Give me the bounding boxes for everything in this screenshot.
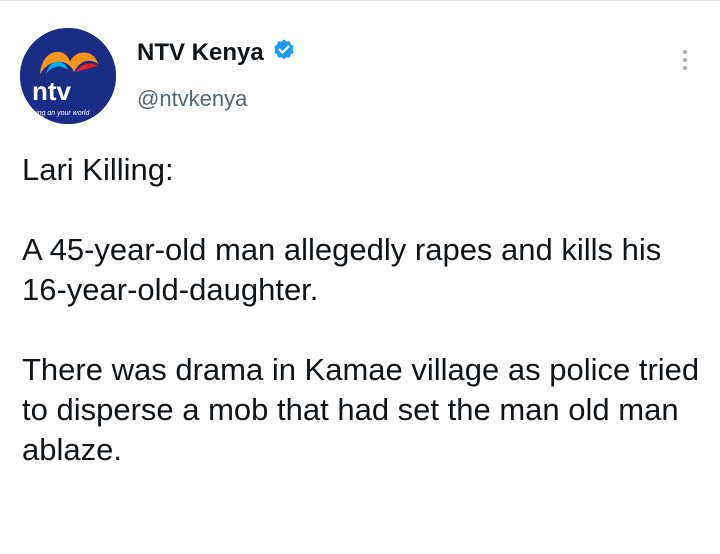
avatar[interactable]: ntv turning on your world — [20, 28, 116, 124]
verified-badge-icon — [272, 38, 296, 67]
tweet-text: Lari Killing: A 45-year-old man allegedl… — [22, 150, 712, 470]
tweet-card[interactable]: ntv turning on your world NTV Kenya @ntv… — [0, 0, 720, 554]
more-dot — [683, 58, 687, 62]
more-options-icon[interactable] — [668, 40, 702, 80]
more-dot — [683, 66, 687, 70]
ntv-logo-image: ntv turning on your world — [20, 28, 116, 124]
more-dot — [683, 50, 687, 54]
account-handle[interactable]: @ntvkenya — [137, 86, 247, 112]
tweet-paragraph: Lari Killing: — [22, 152, 174, 187]
avatar-tagline: turning on your world — [24, 110, 90, 117]
display-name[interactable]: NTV Kenya — [137, 39, 264, 67]
tweet-paragraph: There was drama in Kamae village as poli… — [22, 352, 700, 467]
tweet-paragraph: A 45-year-old man allegedly rapes and ki… — [22, 232, 662, 307]
account-name-row[interactable]: NTV Kenya — [137, 38, 296, 67]
avatar-logo-text: ntv — [32, 76, 72, 106]
